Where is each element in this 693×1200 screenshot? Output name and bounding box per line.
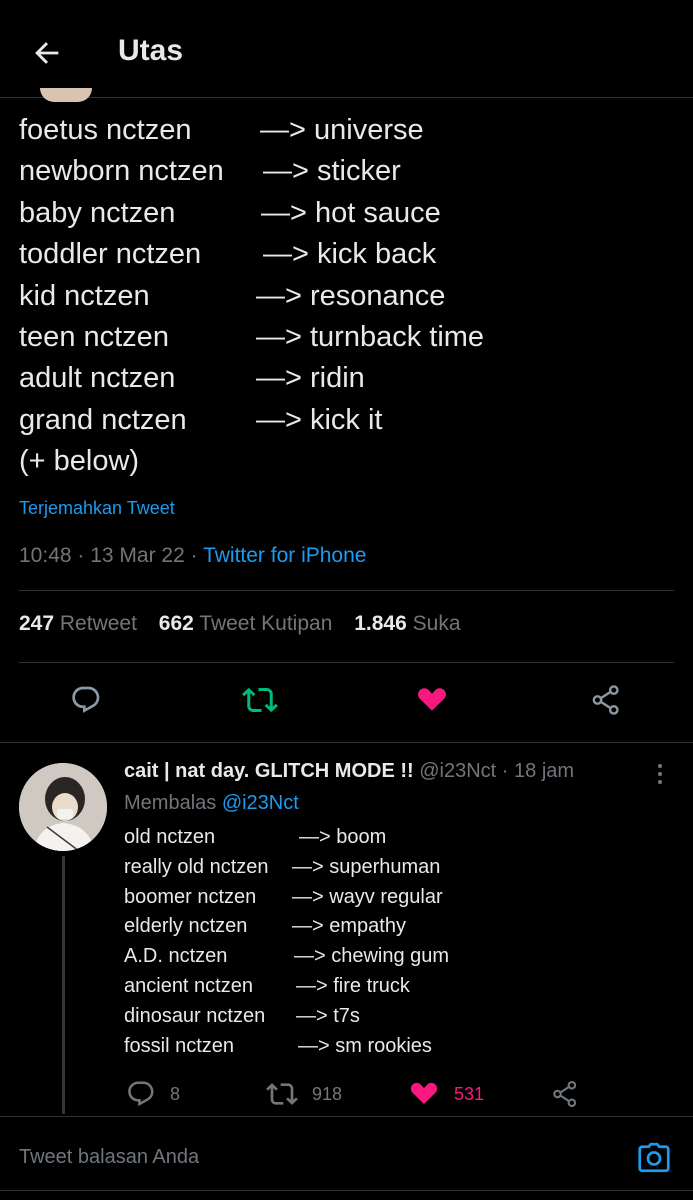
reply-avatar[interactable] <box>19 763 107 851</box>
share-button[interactable] <box>586 680 626 720</box>
reply-action-bar: 8 918 531 <box>0 1078 693 1112</box>
tweet-action-bar <box>0 680 693 726</box>
page-title: Utas <box>118 34 184 67</box>
camera-icon[interactable] <box>636 1140 672 1176</box>
divider <box>0 1116 693 1117</box>
divider <box>0 742 693 743</box>
share-icon <box>553 1080 577 1108</box>
like-count: 531 <box>454 1083 485 1104</box>
quote-stat[interactable]: 662 Tweet Kutipan <box>159 612 333 635</box>
mention-link[interactable]: @i23Nct <box>222 792 299 814</box>
heart-icon <box>410 1082 438 1104</box>
share-icon <box>592 685 619 715</box>
reply-retweet-button[interactable]: 918 <box>266 1078 342 1110</box>
divider <box>0 1190 693 1191</box>
reply-share-button[interactable] <box>550 1078 580 1110</box>
divider <box>19 662 674 663</box>
like-button[interactable] <box>412 680 452 720</box>
tweet-timestamp: 10:48 · 13 Mar 22 · Twitter for iPhone <box>19 544 366 568</box>
reply-reply-button[interactable]: 8 <box>126 1078 180 1110</box>
retweet-stat[interactable]: 247 Retweet <box>19 612 137 635</box>
reply-icon <box>128 1081 154 1107</box>
reply-header: cait | nat day. GLITCH MODE !! @i23Nct ·… <box>124 760 574 783</box>
heart-icon <box>418 688 446 711</box>
timestamp: 10:48 · 13 Mar 22 · <box>19 544 204 567</box>
retweet-icon <box>266 1083 298 1105</box>
reply-count: 8 <box>170 1083 181 1104</box>
reply-icon <box>72 686 100 713</box>
retweet-icon <box>242 687 278 713</box>
top-bar: Utas <box>0 0 693 98</box>
replying-to: Membalas @i23Nct <box>124 792 299 814</box>
divider <box>19 590 674 591</box>
translate-link[interactable]: Terjemahkan Tweet <box>19 498 175 519</box>
like-stat[interactable]: 1.846 Suka <box>354 612 460 635</box>
reply-like-button[interactable]: 531 <box>408 1078 484 1110</box>
source-link[interactable]: Twitter for iPhone <box>203 544 366 567</box>
arrow-left-icon[interactable] <box>30 36 64 70</box>
reply-composer-input[interactable]: Tweet balasan Anda <box>19 1146 199 1169</box>
reply-author-name[interactable]: cait | nat day. GLITCH MODE !! <box>124 760 414 782</box>
tweet-stats: 247 Retweet 662 Tweet Kutipan 1.846 Suka <box>19 612 461 636</box>
more-options-icon[interactable] <box>650 762 670 786</box>
avatar-photo <box>19 763 107 851</box>
thread-line <box>62 856 65 1114</box>
author-avatar[interactable] <box>40 88 92 102</box>
retweet-button[interactable] <box>240 680 280 720</box>
retweet-count: 918 <box>312 1083 343 1104</box>
reply-author-meta: @i23Nct · 18 jam <box>413 760 575 782</box>
tweet-line-below: (+ below) <box>19 445 140 477</box>
reply-button[interactable] <box>66 680 106 720</box>
